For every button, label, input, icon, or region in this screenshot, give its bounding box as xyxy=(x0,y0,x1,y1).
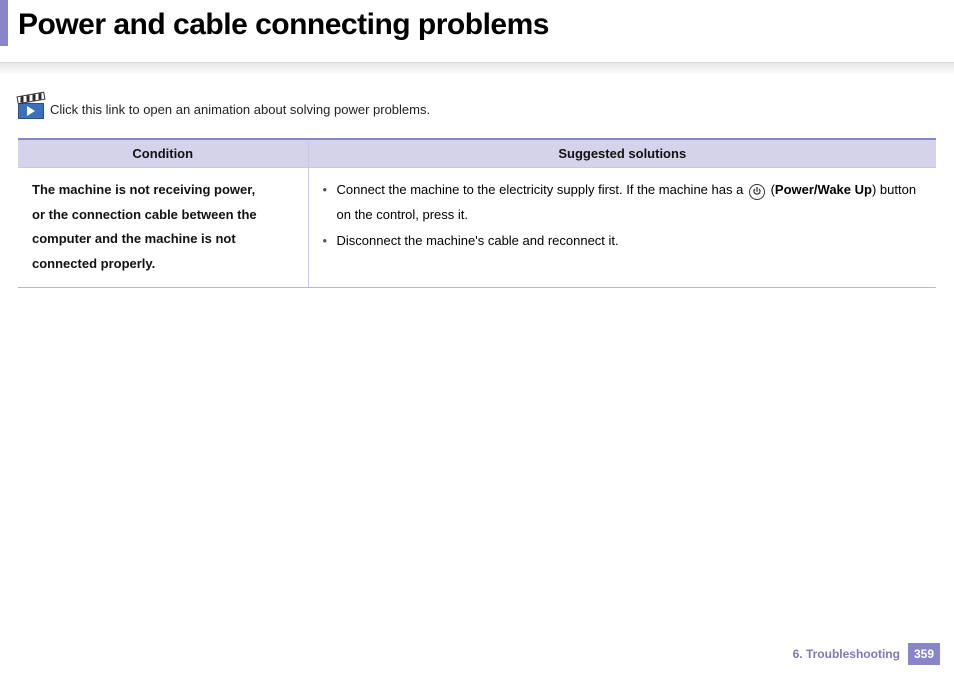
header-shadow xyxy=(0,62,954,76)
troubleshooting-table: Condition Suggested solutions The machin… xyxy=(18,138,936,288)
power-icon xyxy=(749,184,765,200)
paren-close: ) xyxy=(872,182,876,197)
page-footer: 6. Troubleshooting 359 xyxy=(793,643,940,665)
th-condition: Condition xyxy=(18,139,308,168)
table-row: The machine is not receiving power, or t… xyxy=(18,168,936,288)
solutions-list: Connect the machine to the electricity s… xyxy=(323,178,923,254)
condition-line2: or the connection cable between the comp… xyxy=(32,203,294,277)
sol2-text: Disconnect the machine's cable and recon… xyxy=(337,233,619,248)
accent-bar xyxy=(0,0,8,46)
page-header: Power and cable connecting problems xyxy=(0,0,954,62)
footer-chapter: 6. Troubleshooting xyxy=(793,647,900,661)
cell-condition: The machine is not receiving power, or t… xyxy=(18,168,308,288)
sol1-bold: Power/Wake Up xyxy=(775,182,872,197)
animation-clapper-icon[interactable] xyxy=(18,98,44,120)
list-item: Connect the machine to the electricity s… xyxy=(323,178,923,227)
page-title: Power and cable connecting problems xyxy=(18,8,954,42)
intro-link-line: Click this link to open an animation abo… xyxy=(18,98,936,120)
sol1-before: Connect the machine to the electricity s… xyxy=(337,182,747,197)
cell-solutions: Connect the machine to the electricity s… xyxy=(308,168,936,288)
condition-line1: The machine is not receiving power, xyxy=(32,178,294,203)
list-item: Disconnect the machine's cable and recon… xyxy=(323,229,923,254)
th-solutions: Suggested solutions xyxy=(308,139,936,168)
page-number-badge: 359 xyxy=(908,643,940,665)
intro-link-text[interactable]: Click this link to open an animation abo… xyxy=(50,102,430,117)
